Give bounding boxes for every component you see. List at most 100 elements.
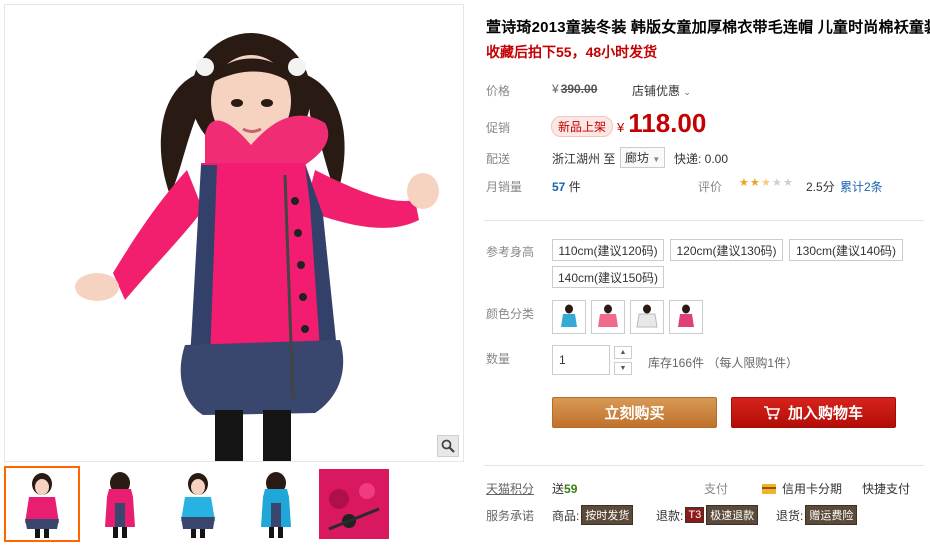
payment-label: 支付 <box>704 482 729 496</box>
add-to-cart-label: 加入购物车 <box>787 405 863 422</box>
thumbnail-5[interactable] <box>316 466 392 542</box>
ship-to-city: 廊坊 <box>625 151 650 165</box>
color-swatch-image <box>561 304 577 327</box>
thumbnail-image <box>261 472 291 538</box>
arrow-down-icon: ▼ <box>619 365 627 372</box>
image-gallery <box>0 0 466 548</box>
product-photo-girl-coat <box>75 33 439 461</box>
star-icon: ★ <box>772 177 782 189</box>
currency-symbol: ¥ <box>617 120 625 135</box>
thumbnail-image <box>105 472 135 538</box>
points-label[interactable]: 天猫积分 <box>486 480 534 497</box>
credit-card-installment[interactable]: 信用卡分期 <box>762 480 842 497</box>
quantity-increase-button[interactable]: ▲ <box>614 346 632 359</box>
shipping-fee: 快递: 0.00 <box>674 152 729 166</box>
points-number: 59 <box>564 482 578 496</box>
service-refund-tag[interactable]: 极速退款 <box>706 505 759 525</box>
product-title: 萱诗琦2013童装冬装 韩版女童加厚棉衣带毛连帽 儿童时尚棉袄童装 <box>486 19 930 36</box>
service-goods-prefix: 商品: <box>552 508 580 523</box>
service-refund-prefix: 退款: <box>656 508 684 523</box>
arrow-up-icon: ▲ <box>619 349 627 356</box>
points-prefix: 送 <box>552 482 565 496</box>
color-label: 颜色分类 <box>486 307 535 321</box>
service-return: 退货: 赠运费险 <box>776 505 858 525</box>
service-return-prefix: 退货: <box>776 508 804 523</box>
magnifier-icon <box>441 439 455 453</box>
quantity-label: 数量 <box>486 352 511 366</box>
size-option-1[interactable]: 110cm(建议120码) <box>552 239 664 261</box>
thumbnail-1[interactable] <box>4 466 80 542</box>
service-return-tag[interactable]: 赠运费险 <box>805 505 858 525</box>
color-option-3[interactable] <box>630 300 664 334</box>
t3-badge: T3 <box>685 507 705 523</box>
service-goods-tag[interactable]: 按时发货 <box>581 505 634 525</box>
color-swatch-image <box>598 304 618 327</box>
divider <box>484 465 924 466</box>
ship-from: 浙江湖州 至 <box>552 150 615 167</box>
shop-discount-dropdown[interactable]: 店铺优惠 ⌄ <box>632 82 691 99</box>
star-icon: ★ <box>750 177 760 189</box>
monthly-sales-count: 57 <box>552 180 566 194</box>
rating-label: 评价 <box>698 180 723 194</box>
shop-discount-label: 店铺优惠 <box>632 84 681 98</box>
chevron-down-icon: ⌄ <box>683 87 691 97</box>
zoom-button[interactable] <box>437 435 459 457</box>
quantity-decrease-button[interactable]: ▼ <box>614 362 632 375</box>
cart-icon <box>763 405 780 419</box>
promo-price-value: 118.00 <box>628 108 707 138</box>
service-goods: 商品: 按时发货 <box>552 505 634 525</box>
promo-label: 促销 <box>486 121 511 135</box>
service-refund: 退款: T3 极速退款 <box>656 505 759 525</box>
color-option-4[interactable] <box>669 300 703 334</box>
promo-badge: 新品上架 <box>551 116 614 137</box>
credit-card-label: 信用卡分期 <box>782 482 843 496</box>
rating-count-link[interactable]: 累计2条 <box>840 178 883 195</box>
original-price-value: 390.00 <box>560 82 598 96</box>
color-option-2[interactable] <box>591 300 625 334</box>
add-to-cart-button[interactable]: 加入购物车 <box>731 397 896 428</box>
monthly-sales-label: 月销量 <box>486 180 523 194</box>
thumbnail-image <box>25 473 59 538</box>
quick-pay[interactable]: 快捷支付 <box>862 480 910 497</box>
rating-stars: ★ ★ ★ ★ ★ <box>739 178 794 189</box>
star-icon: ★ <box>761 177 771 189</box>
thumbnail-4[interactable] <box>238 466 314 542</box>
product-info-panel: 萱诗琦2013童装冬装 韩版女童加厚棉衣带毛连帽 儿童时尚棉袄童装 收藏后拍下5… <box>476 0 930 548</box>
color-option-1[interactable] <box>552 300 586 334</box>
currency-symbol: ¥ <box>552 82 559 96</box>
main-product-image[interactable] <box>4 4 464 462</box>
triangle-down-icon: ▼ <box>652 155 661 164</box>
color-swatch-image <box>636 304 658 328</box>
size-option-2[interactable]: 120cm(建议130码) <box>670 239 783 261</box>
monthly-sales: 57 件 <box>552 178 581 195</box>
divider <box>484 220 924 221</box>
ship-to-word: 至 <box>603 152 616 166</box>
rating-score: 2.5分 <box>806 180 835 194</box>
promo-price: ¥118.00 <box>617 108 706 139</box>
points-value: 送59 <box>552 480 577 497</box>
shipping-label: 配送 <box>486 152 511 166</box>
size-option-3[interactable]: 130cm(建议140码) <box>789 239 903 261</box>
star-icon: ★ <box>783 177 793 189</box>
buy-now-label: 立刻购买 <box>604 405 665 422</box>
buy-now-button[interactable]: 立刻购买 <box>552 397 717 428</box>
stock-info: 库存166件 （每人限购1件） <box>648 356 799 370</box>
quantity-input[interactable] <box>552 345 610 375</box>
credit-card-icon <box>762 483 776 494</box>
product-subtitle: 收藏后拍下55，48小时发货 <box>486 44 658 60</box>
price-label: 价格 <box>486 84 511 98</box>
size-label: 参考身高 <box>486 245 535 259</box>
thumbnail-strip <box>4 466 464 544</box>
monthly-sales-unit: 件 <box>568 180 581 194</box>
thumbnail-3[interactable] <box>160 466 236 542</box>
thumbnail-2[interactable] <box>82 466 158 542</box>
service-label: 服务承诺 <box>486 509 535 523</box>
thumbnail-image <box>181 473 215 538</box>
ship-to-select[interactable]: 廊坊 ▼ <box>620 147 666 168</box>
thumbnail-image <box>319 469 389 539</box>
ship-from-location: 浙江湖州 <box>552 152 601 166</box>
star-icon: ★ <box>739 177 749 189</box>
original-price: ¥390.00 <box>552 82 597 96</box>
size-option-4[interactable]: 140cm(建议150码) <box>552 266 664 288</box>
color-swatch-image <box>678 304 694 327</box>
